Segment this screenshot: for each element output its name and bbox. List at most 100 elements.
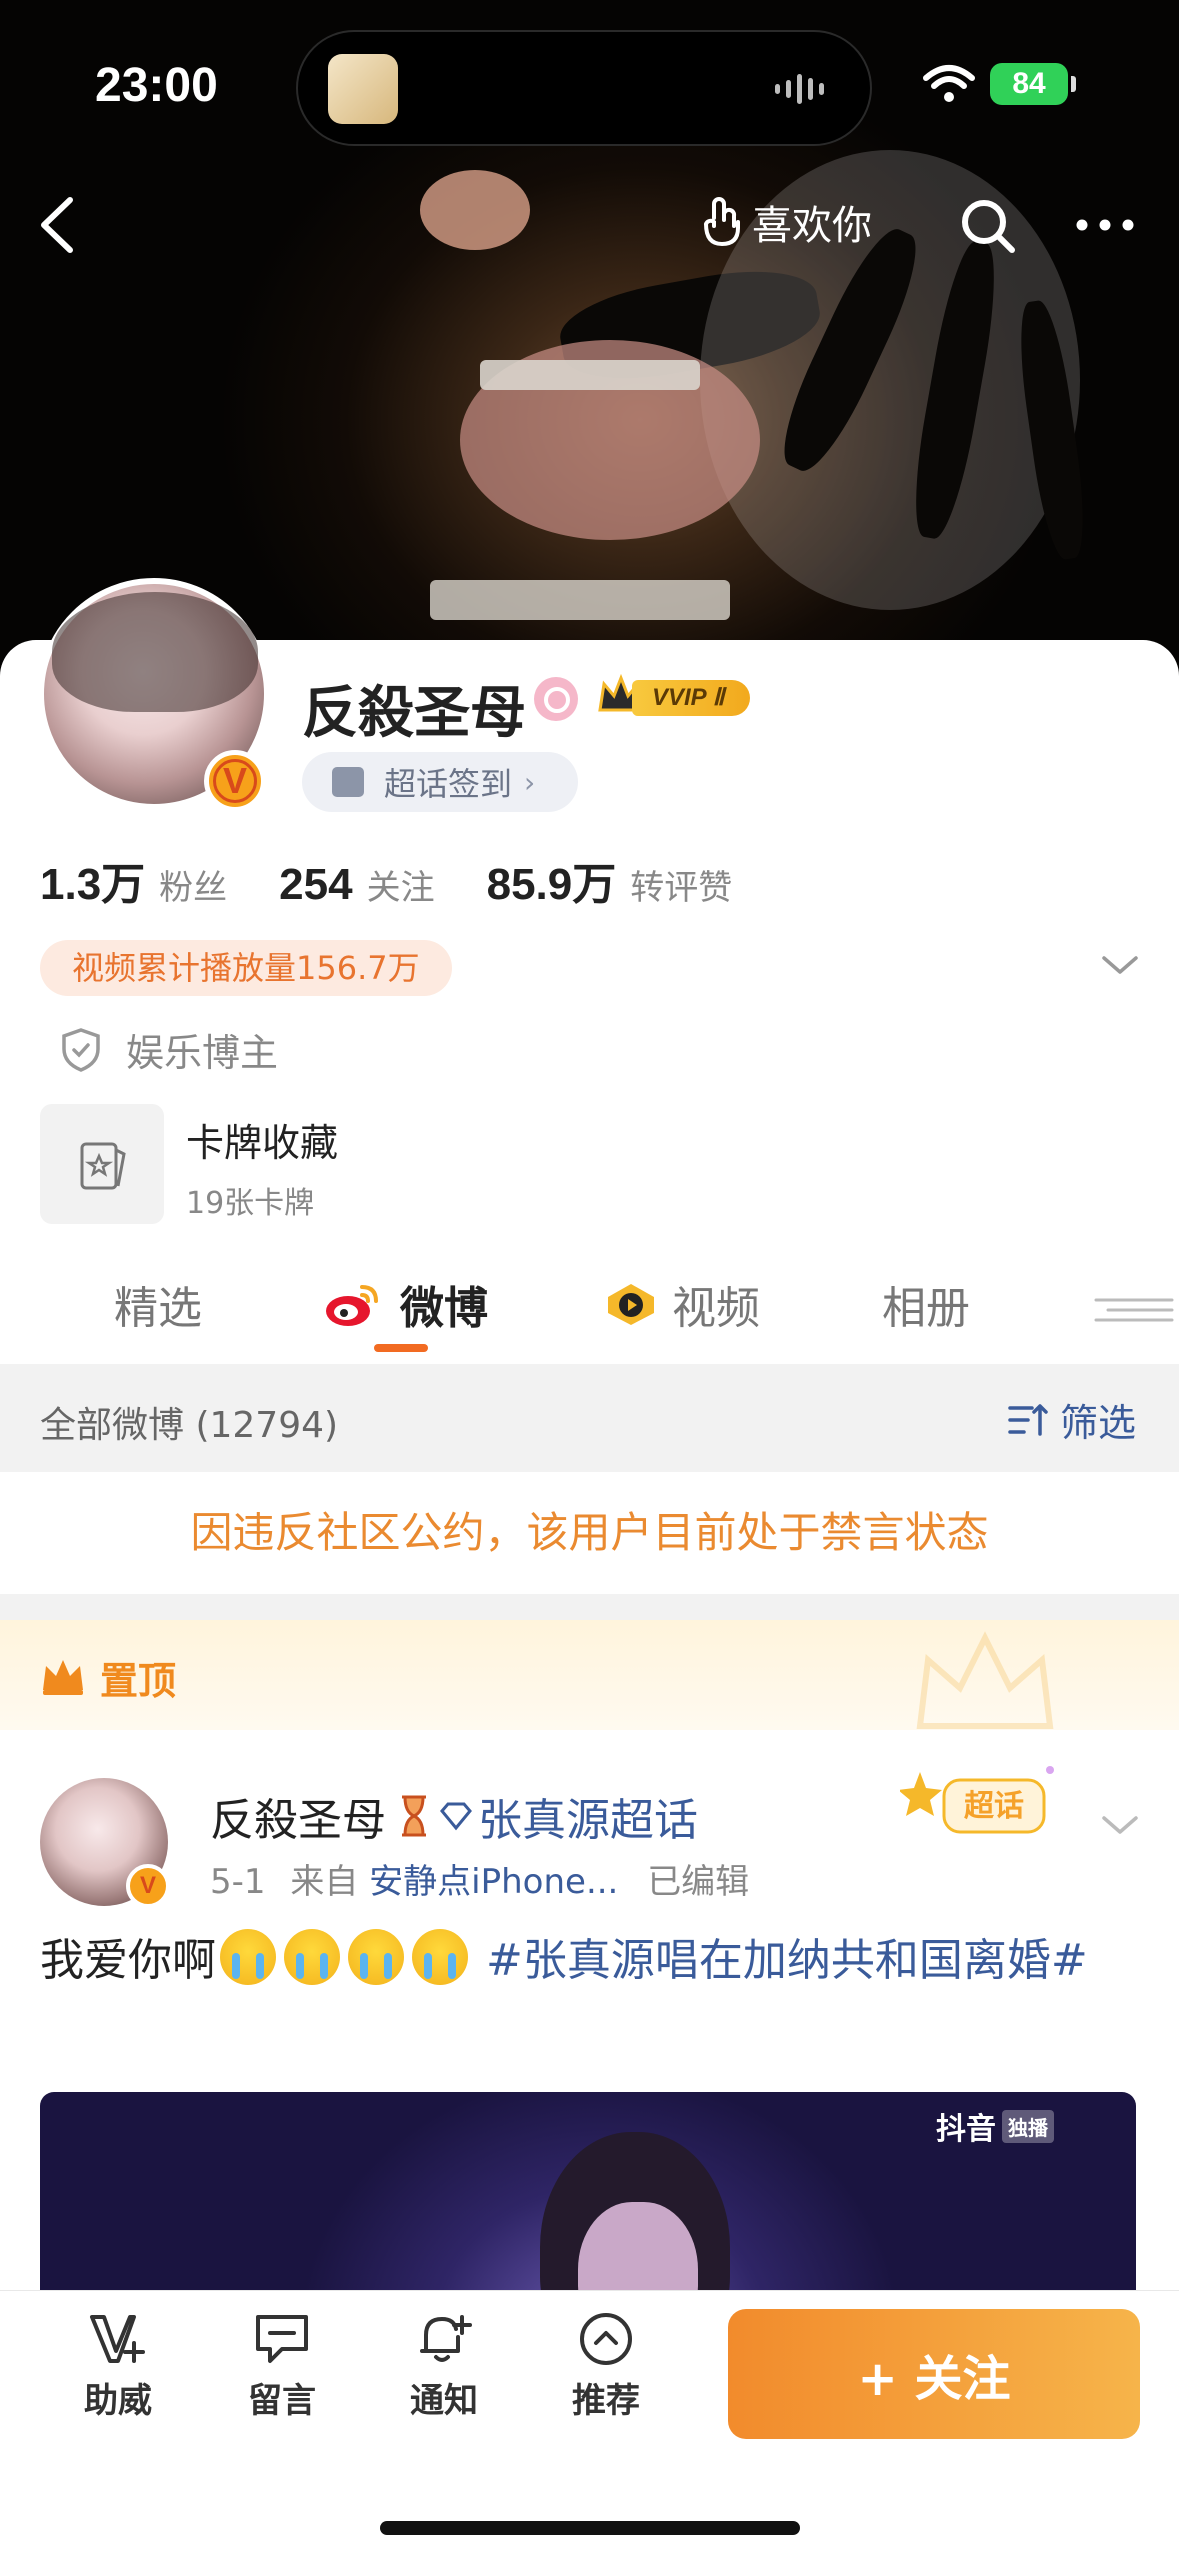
pinned-header: 置顶 [0,1620,1179,1730]
pinned-post[interactable]: V 反殺圣母 张真源超话 5-1 来自 安静点iPhone... 已编辑 超话 … [0,1730,1179,2392]
bottom-action-bar: 助威 留言 通知 推荐 + 关注 [0,2290,1179,2556]
stat-interactions[interactable]: 85.9万 转评赞 [487,848,733,912]
decorative-crown-icon [916,1631,1054,1729]
follow-button[interactable]: + 关注 [728,2309,1140,2439]
crying-emoji-icon [348,1929,404,1985]
profile-stats: 1.3万 粉丝 254 关注 85.9万 转评赞 [40,848,784,912]
audio-wave-icon [772,74,836,106]
post-author-row: 反殺圣母 张真源超话 [210,1784,698,1848]
douyin-watermark: 抖音 独播 [936,2104,1054,2148]
tab-label: 微博 [400,1283,488,1334]
chevron-down-icon[interactable] [1100,950,1140,980]
vvip-badge[interactable]: VVIP Ⅱ [596,672,754,720]
creator-tag[interactable]: 娱乐博主 [60,1022,278,1077]
recommend-button[interactable]: 推荐 [546,2311,666,2422]
stat-followers[interactable]: 1.3万 粉丝 [40,848,227,912]
supertopic-checkin-button[interactable]: 超话签到 › [302,752,578,812]
post-from-prefix: 来自 [290,1862,359,1902]
card-collection-thumbnail[interactable] [40,1104,164,1224]
tap-hand-icon [704,197,740,247]
tab-featured[interactable]: 精选 [114,1272,202,1336]
post-edited-label: 已编辑 [647,1862,750,1902]
wifi-icon [923,65,975,102]
search-icon[interactable] [958,196,1018,256]
active-tab-indicator [374,1344,428,1352]
female-gender-icon [534,677,578,721]
post-menu-chevron-icon[interactable] [1100,1810,1140,1840]
stat-number: 254 [279,860,353,909]
supertopic-sticker-label: 超话 [964,1789,1024,1824]
stat-number: 1.3万 [40,860,146,909]
verified-v-badge-icon: V [126,1864,170,1908]
card-collection-title[interactable]: 卡牌收藏 [186,1112,338,1167]
battery-indicator: 84 [990,63,1076,105]
message-button[interactable]: 留言 [222,2311,342,2422]
diamond-icon [440,1802,472,1831]
weibo-logo-icon [326,1285,378,1326]
cheer-button[interactable]: 助威 [58,2311,178,2422]
profile-name: 反殺圣母 [302,681,526,746]
profile-tabs: 精选 微博 视频 相册 [0,1262,1179,1362]
creator-tag-label: 娱乐博主 [126,1031,279,1075]
filter-label: 筛选 [1060,1401,1137,1445]
supertopic-checkin-label: 超话签到 [384,765,513,803]
exclusive-badge: 独播 [1002,2109,1054,2143]
filter-button[interactable]: 筛选 [1006,1392,1136,1447]
cheer-label: 助威 [84,2381,152,2421]
pinned-crown-icon [43,1660,83,1695]
tab-album[interactable]: 相册 [882,1272,970,1336]
video-play-icon [608,1284,654,1325]
hourglass-icon [402,1795,426,1837]
shield-icon [62,1027,100,1072]
verified-v-badge-icon: V [204,750,266,812]
crying-emoji-icon [412,1929,468,1985]
dynamic-island[interactable] [296,30,872,146]
filter-icon [1008,1403,1048,1436]
post-supertopic-link[interactable]: 张真源超话 [478,1784,698,1848]
all-posts-count[interactable]: 全部微博 (12794) [40,1396,338,1448]
tab-label: 精选 [114,1283,202,1334]
crying-emoji-icon [220,1929,276,1985]
pinned-label: 置顶 [100,1659,177,1703]
status-bar: 23:00 84 [0,0,1179,170]
post-body: 我爱你啊 [40,1935,216,1986]
ban-notice: 因违反社区公约，该用户目前处于禁言状态 [0,1472,1179,1594]
stat-number: 85.9万 [486,860,617,909]
stat-label: 粉丝 [159,868,228,908]
supertopic-sticker-icon: 超话 [900,1766,1054,1834]
tab-list-icon[interactable] [1086,1292,1176,1332]
post-author-name[interactable]: 反殺圣母 [210,1784,386,1848]
calendar-check-icon [332,767,364,797]
tab-label: 视频 [672,1283,760,1334]
message-label: 留言 [248,2381,316,2421]
post-text: 我爱你啊 #张真源唱在加纳共和国离婚# [40,1926,1150,1996]
section-divider [0,1594,1179,1620]
now-playing-thumbnail [328,54,398,124]
douyin-watermark-label: 抖音 [936,2112,996,2147]
back-icon[interactable] [30,190,90,260]
crying-emoji-icon [284,1929,340,1985]
like-you-label: 喜欢你 [752,203,872,249]
stat-label: 转评赞 [630,868,733,908]
notify-label: 通知 [410,2381,478,2421]
chevron-right-icon: › [524,765,536,799]
recommend-icon [580,2313,632,2365]
post-source-link[interactable]: 安静点iPhone... [369,1862,618,1902]
home-indicator[interactable] [380,2521,800,2535]
card-collection-count: 19张卡牌 [186,1186,315,1221]
tab-weibo[interactable]: 微博 [322,1272,488,1336]
notify-button[interactable]: 通知 [384,2311,504,2422]
video-plays-badge[interactable]: 视频累计播放量156.7万 [40,940,452,996]
tab-video[interactable]: 视频 [604,1272,760,1336]
more-icon[interactable] [1070,200,1140,250]
vvip-label: VVIP Ⅱ [632,680,750,716]
like-you-button[interactable]: 喜欢你 [700,192,872,252]
bell-icon [420,2315,472,2362]
post-hashtag-link[interactable]: #张真源唱在加纳共和国离婚# [486,1935,1088,1986]
stat-following[interactable]: 254 关注 [279,860,434,910]
message-icon [256,2315,308,2363]
post-meta: 5-1 来自 安静点iPhone... 已编辑 [210,1854,749,1903]
recommend-label: 推荐 [572,2381,640,2421]
stat-label: 关注 [366,868,435,908]
feed-filter-bar: 全部微博 (12794) 筛选 [0,1364,1179,1472]
